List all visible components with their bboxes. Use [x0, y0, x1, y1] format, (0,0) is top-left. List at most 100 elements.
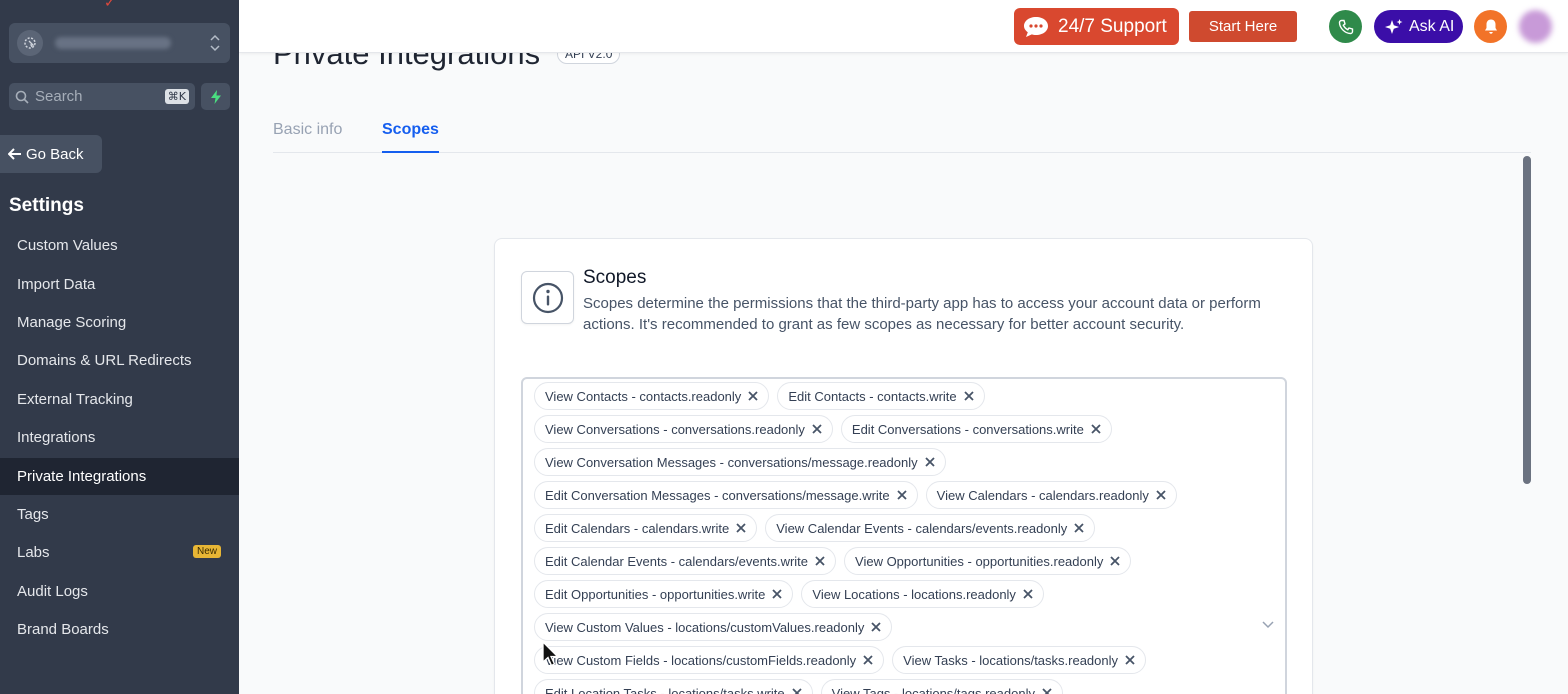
remove-scope-icon[interactable] — [1022, 588, 1034, 600]
scope-chip: View Custom Values - locations/customVal… — [534, 613, 893, 641]
ask-ai-button[interactable]: Ask AI — [1374, 10, 1463, 43]
search-icon — [15, 90, 29, 104]
lightning-icon — [210, 89, 221, 104]
sidebar-item-label: Private Integrations — [17, 468, 147, 485]
sidebar-item-tags[interactable]: Tags — [0, 496, 239, 533]
chat-bubble-icon — [1024, 16, 1048, 37]
remove-scope-icon[interactable] — [814, 555, 826, 567]
scope-chip: View Custom Fields - locations/customFie… — [534, 646, 885, 674]
remove-scope-icon[interactable] — [1041, 687, 1053, 694]
scope-chip-row: View Conversations - conversations.reado… — [534, 415, 1112, 443]
sidebar-item-label: Manage Scoring — [17, 314, 127, 331]
scope-chip-row: View Conversation Messages - conversatio… — [534, 448, 946, 476]
remove-scope-icon[interactable] — [747, 390, 759, 402]
ask-ai-label: Ask AI — [1409, 17, 1455, 35]
sidebar-item-label: Brand Boards — [17, 621, 109, 638]
location-name — [55, 37, 171, 49]
scope-chip: View Calendar Events - calendars/events.… — [765, 514, 1096, 542]
scope-chip-label: View Calendar Events - calendars/events.… — [776, 520, 1068, 536]
scope-chip: View Calendars - calendars.readonly — [925, 481, 1177, 509]
sidebar-item-label: Labs — [17, 544, 50, 561]
sidebar-item-private-integrations[interactable]: Private Integrations — [0, 458, 239, 495]
search-shortcut: ⌘K — [164, 89, 189, 104]
scope-chip-row: View Custom Fields - locations/customFie… — [534, 646, 1147, 674]
scope-chip: Edit Conversations - conversations.write — [840, 415, 1112, 443]
scope-chip-label: View Calendars - calendars.readonly — [936, 487, 1149, 503]
remove-scope-icon[interactable] — [870, 621, 882, 633]
scope-chip-label: View Custom Values - locations/customVal… — [545, 619, 865, 635]
phone-button[interactable] — [1329, 10, 1362, 43]
scope-chip-row: Edit Conversation Messages - conversatio… — [534, 481, 1177, 509]
scope-chip-row: View Contacts - contacts.readonly Edit Co… — [534, 382, 985, 410]
location-icon — [17, 30, 43, 56]
sidebar-item-audit-logs[interactable]: Audit Logs — [0, 573, 239, 610]
sidebar-item-label: Custom Values — [17, 237, 118, 254]
sidebar-item-domains[interactable]: Domains & URL Redirects — [0, 342, 239, 379]
remove-scope-icon[interactable] — [811, 423, 823, 435]
remove-scope-icon[interactable] — [963, 390, 975, 402]
card-title: Scopes — [583, 267, 647, 288]
sidebar-item-custom-values[interactable]: Custom Values — [0, 227, 239, 264]
remove-scope-icon[interactable] — [1073, 522, 1085, 534]
sidebar: ✓ Search ⌘K Go Back Settings Custom Valu… — [0, 0, 239, 694]
sidebar-item-label: Audit Logs — [17, 583, 88, 600]
top-header: 24/7 Support Start Here Ask AI — [239, 0, 1568, 53]
scope-chip-label: Edit Location Tasks - locations/tasks.wr… — [545, 685, 785, 694]
scope-chip-label: Edit Conversation Messages - conversatio… — [545, 487, 890, 503]
scrollbar-thumb[interactable] — [1523, 156, 1531, 484]
new-badge: New — [192, 545, 221, 558]
scope-chip: View Conversation Messages - conversatio… — [534, 448, 946, 476]
scope-chip-label: View Conversation Messages - conversatio… — [545, 454, 918, 470]
remove-scope-icon[interactable] — [924, 456, 936, 468]
scope-chip: Edit Calendar Events - calendars/events.… — [534, 547, 837, 575]
remove-scope-icon[interactable] — [771, 588, 783, 600]
sidebar-item-label: Tags — [17, 506, 49, 523]
sidebar-item-brand-boards[interactable]: Brand Boards — [0, 611, 239, 648]
settings-heading: Settings — [9, 195, 84, 216]
remove-scope-icon[interactable] — [896, 489, 908, 501]
remove-scope-icon[interactable] — [1124, 654, 1136, 666]
remove-scope-icon[interactable] — [791, 687, 803, 694]
scope-chip-row: Edit Location Tasks - locations/tasks.wr… — [534, 679, 1063, 694]
scope-chip: Edit Location Tasks - locations/tasks.wr… — [534, 679, 813, 694]
remove-scope-icon[interactable] — [1109, 555, 1121, 567]
sidebar-item-import-data[interactable]: Import Data — [0, 266, 239, 303]
sidebar-search[interactable]: Search ⌘K — [9, 83, 195, 110]
sidebar-item-label: External Tracking — [17, 391, 133, 408]
notifications-button[interactable] — [1474, 10, 1507, 43]
scope-chip-label: View Locations - locations.readonly — [812, 586, 1016, 602]
start-here-button[interactable]: Start Here — [1189, 11, 1297, 42]
location-switcher[interactable] — [9, 23, 230, 63]
sidebar-item-external-tracking[interactable]: External Tracking — [0, 381, 239, 418]
remove-scope-icon[interactable] — [1155, 489, 1167, 501]
support-button[interactable]: 24/7 Support — [1014, 8, 1179, 45]
tab-basic-info[interactable]: Basic info — [273, 121, 342, 153]
support-label: 24/7 Support — [1058, 15, 1167, 37]
sidebar-item-label: Integrations — [17, 429, 96, 446]
remove-scope-icon[interactable] — [735, 522, 747, 534]
scope-chip: View Conversations - conversations.reado… — [534, 415, 833, 443]
scope-chip: Edit Opportunities - opportunities.write — [534, 580, 794, 608]
sidebar-item-labs[interactable]: Labs New — [0, 534, 239, 571]
search-label: Search — [35, 88, 83, 105]
scope-chip-label: View Opportunities - opportunities.reado… — [855, 553, 1104, 569]
brand-logo: ✓ — [104, 0, 116, 10]
scopes-card: Scopes Scopes determine the permissions … — [494, 238, 1313, 694]
card-description: Scopes determine the permissions that th… — [583, 295, 1261, 333]
quick-actions-button[interactable] — [201, 83, 230, 110]
scope-chip-label: View Tasks - locations/tasks.readonly — [903, 652, 1119, 668]
phone-icon — [1338, 19, 1353, 34]
scope-chip-label: Edit Calendar Events - calendars/events.… — [545, 553, 809, 569]
user-avatar[interactable] — [1519, 10, 1552, 43]
scope-chip: Edit Calendars - calendars.write — [534, 514, 758, 542]
scope-chip-label: Edit Conversations - conversations.write — [851, 421, 1084, 437]
chevron-down-icon[interactable] — [1261, 619, 1275, 629]
sidebar-item-integrations[interactable]: Integrations — [0, 419, 239, 456]
sidebar-item-manage-scoring[interactable]: Manage Scoring — [0, 304, 239, 341]
info-icon-box — [521, 271, 574, 324]
remove-scope-icon[interactable] — [1090, 423, 1102, 435]
go-back-button[interactable]: Go Back — [0, 135, 102, 173]
remove-scope-icon[interactable] — [862, 654, 874, 666]
scopes-multiselect[interactable]: View Contacts - contacts.readonly Edit Co… — [521, 377, 1287, 694]
tab-scopes[interactable]: Scopes — [382, 121, 439, 153]
